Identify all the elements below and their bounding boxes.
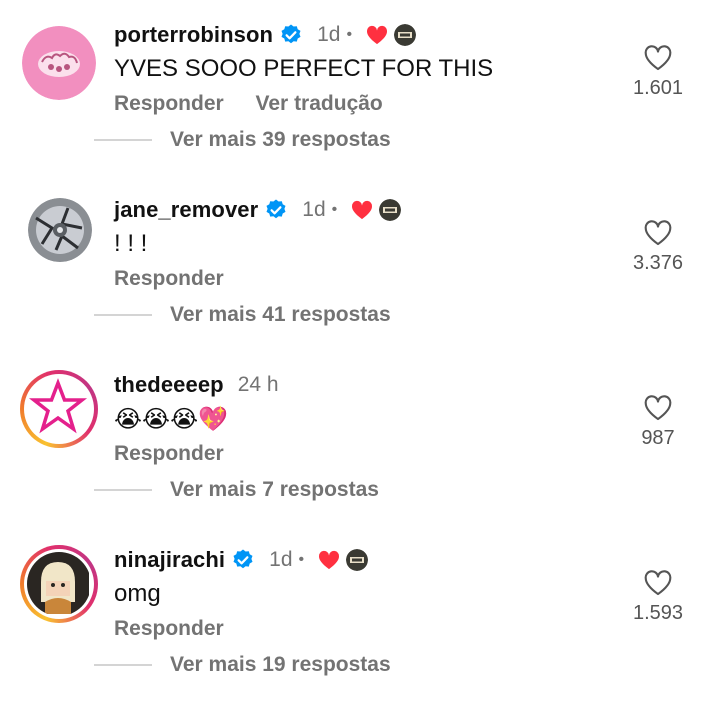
username[interactable]: porterrobinson: [114, 22, 273, 48]
comment-actions: Responder Ver tradução: [114, 92, 409, 116]
view-more-replies[interactable]: Ver mais 39 respostas: [94, 128, 391, 152]
translate-button[interactable]: Ver tradução: [256, 92, 383, 115]
username[interactable]: ninajirachi: [114, 547, 225, 573]
heart-outline-icon[interactable]: [644, 395, 672, 421]
comment-header: ninajirachi 1d •: [114, 543, 369, 577]
comment-text: 😭😭😭💖: [114, 406, 229, 433]
comment-actions: Responder: [114, 442, 250, 466]
comment-header: jane_remover 1d •: [114, 193, 402, 227]
comment-ninajirachi: ninajirachi 1d • omg Responder 1.593 Ver…: [0, 525, 720, 700]
avatar[interactable]: [22, 26, 96, 100]
view-replies-label[interactable]: Ver mais 39 respostas: [170, 128, 391, 152]
avatar-inner: [24, 549, 94, 619]
reply-button[interactable]: Responder: [114, 442, 224, 465]
verified-badge-icon: [231, 548, 255, 572]
reply-button[interactable]: Responder: [114, 617, 224, 640]
like-count: 3.376: [632, 252, 684, 274]
heart-outline-icon[interactable]: [644, 220, 672, 246]
replies-divider: [94, 664, 152, 666]
separator-dot: •: [298, 551, 305, 568]
comment-porterrobinson: porterrobinson 1d • YVES SOOO PERFECT FO…: [0, 0, 720, 175]
comment-text: omg: [114, 580, 161, 607]
timestamp: 1d: [269, 548, 293, 571]
view-more-replies[interactable]: Ver mais 19 respostas: [94, 653, 391, 677]
comment-text: ! ! !: [114, 230, 148, 257]
replies-divider: [94, 139, 152, 141]
avatar[interactable]: [20, 545, 98, 623]
comment-actions: Responder: [114, 267, 250, 291]
timestamp: 24 h: [237, 373, 279, 396]
creator-avatar-icon: [346, 549, 369, 571]
avatar[interactable]: [28, 198, 92, 262]
view-more-replies[interactable]: Ver mais 41 respostas: [94, 303, 391, 327]
view-more-replies[interactable]: Ver mais 7 respostas: [94, 478, 379, 502]
avatar[interactable]: [20, 370, 98, 448]
comment-header: thedeeeep 24 h: [114, 368, 279, 402]
timestamp: 1d: [302, 198, 326, 221]
creator-liked-heart-icon: [366, 25, 388, 45]
creator-avatar-icon: [394, 24, 417, 46]
separator-dot: •: [331, 201, 338, 218]
like-count: 1.601: [632, 77, 684, 99]
like-control: 1.593: [618, 570, 698, 625]
separator-dot: •: [346, 26, 353, 43]
heart-outline-icon[interactable]: [644, 570, 672, 596]
verified-badge-icon: [279, 23, 303, 47]
view-replies-label[interactable]: Ver mais 19 respostas: [170, 653, 391, 677]
like-control: 987: [618, 395, 698, 450]
avatar-image: [27, 377, 91, 441]
comment-text: YVES SOOO PERFECT FOR THIS: [114, 55, 494, 82]
username[interactable]: thedeeeep: [114, 372, 224, 398]
replies-divider: [94, 314, 152, 316]
view-replies-label[interactable]: Ver mais 41 respostas: [170, 303, 391, 327]
creator-liked-heart-icon: [351, 200, 373, 220]
comment-jane_remover: jane_remover 1d • ! ! ! Responder 3.376 …: [0, 175, 720, 350]
like-count: 987: [641, 427, 675, 449]
reply-button[interactable]: Responder: [114, 267, 224, 290]
view-replies-label[interactable]: Ver mais 7 respostas: [170, 478, 379, 502]
username[interactable]: jane_remover: [114, 197, 258, 223]
heart-outline-icon[interactable]: [644, 45, 672, 71]
comment-header: porterrobinson 1d •: [114, 18, 417, 52]
like-control: 1.601: [618, 45, 698, 100]
avatar-image: [27, 552, 91, 616]
reply-button[interactable]: Responder: [114, 92, 224, 115]
comment-thedeeeep: thedeeeep 24 h 😭😭😭💖 Responder 987 Ver ma…: [0, 350, 720, 525]
timestamp: 1d: [317, 23, 341, 46]
creator-liked-heart-icon: [318, 550, 340, 570]
like-control: 3.376: [618, 220, 698, 275]
creator-avatar-icon: [379, 199, 402, 221]
like-count: 1.593: [632, 602, 684, 624]
avatar-inner: [24, 374, 94, 444]
verified-badge-icon: [264, 198, 288, 222]
replies-divider: [94, 489, 152, 491]
comment-actions: Responder: [114, 617, 250, 641]
